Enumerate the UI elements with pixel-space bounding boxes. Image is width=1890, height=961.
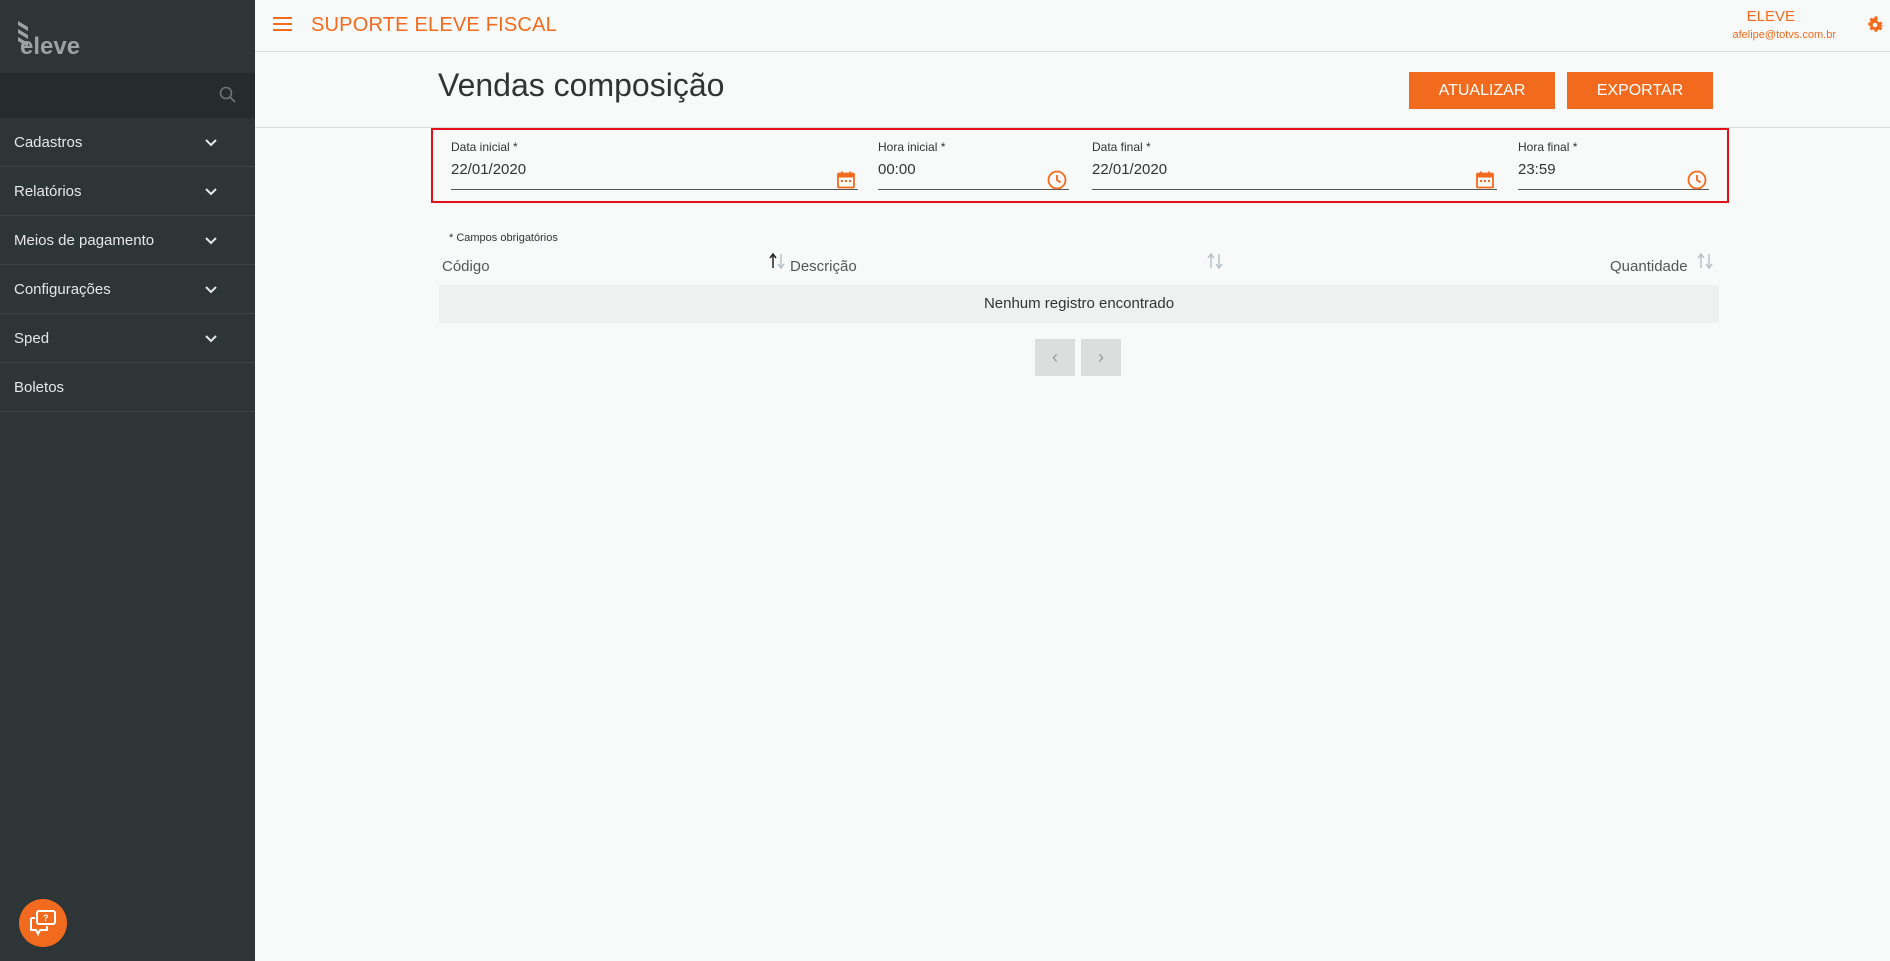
chevron-down-icon bbox=[205, 237, 217, 245]
data-final-input[interactable] bbox=[1092, 161, 1416, 178]
eleve-logo-icon: eleve bbox=[18, 20, 80, 57]
search-icon[interactable] bbox=[219, 86, 237, 104]
results-table: Código Descrição Quantidade Nenhum regis… bbox=[439, 248, 1719, 323]
hora-inicial-input[interactable] bbox=[878, 161, 1031, 178]
chevron-down-icon bbox=[205, 188, 217, 196]
next-page-button[interactable]: › bbox=[1081, 339, 1121, 376]
sidebar-item-label: Boletos bbox=[14, 378, 65, 396]
column-header-quantidade[interactable]: Quantidade bbox=[1610, 258, 1688, 275]
sidebar-item-relatorios[interactable]: Relatórios bbox=[0, 167, 255, 216]
sidebar-item-label: Meios de pagamento bbox=[14, 231, 155, 249]
sidebar-menu: Cadastros Relatórios Meios de pagamento … bbox=[0, 118, 255, 412]
sidebar-item-label: Relatórios bbox=[14, 182, 82, 200]
chevron-down-icon bbox=[205, 139, 217, 147]
eleve-logo[interactable]: eleve bbox=[0, 0, 255, 73]
sidebar-search[interactable] bbox=[0, 73, 255, 118]
svg-text:?: ? bbox=[43, 913, 49, 923]
chevron-down-icon bbox=[205, 286, 217, 294]
pagination: ‹ › bbox=[1035, 339, 1121, 376]
gear-icon[interactable] bbox=[1864, 14, 1886, 36]
column-header-descricao[interactable]: Descrição bbox=[790, 258, 857, 275]
hora-final-input[interactable] bbox=[1518, 161, 1671, 178]
sidebar-item-boletos[interactable]: Boletos bbox=[0, 363, 255, 412]
user-name[interactable]: ELEVE bbox=[1747, 8, 1795, 25]
hora-final-label: Hora final * bbox=[1518, 140, 1578, 154]
app-title: SUPORTE ELEVE FISCAL bbox=[311, 14, 557, 36]
sort-asc-icon[interactable] bbox=[767, 252, 787, 270]
sidebar-item-configuracoes[interactable]: Configurações bbox=[0, 265, 255, 314]
data-inicial-input[interactable] bbox=[451, 161, 777, 178]
hora-final-field[interactable]: Hora final * bbox=[1518, 140, 1709, 190]
menu-toggle-icon[interactable] bbox=[273, 17, 292, 32]
exportar-button[interactable]: EXPORTAR bbox=[1567, 72, 1713, 109]
sidebar: eleve Cadastros Relatórios Meios de paga… bbox=[0, 0, 255, 961]
data-inicial-label: Data inicial * bbox=[451, 140, 518, 154]
page-header: Vendas composição ATUALIZAR EXPORTAR bbox=[255, 52, 1890, 128]
date-filter-panel: Data inicial * Hora inicial * Data final… bbox=[431, 128, 1729, 203]
sidebar-item-meios-de-pagamento[interactable]: Meios de pagamento bbox=[0, 216, 255, 265]
clock-icon[interactable] bbox=[1687, 170, 1707, 190]
user-email: afelipe@totvs.com.br bbox=[1732, 29, 1837, 41]
hora-inicial-field[interactable]: Hora inicial * bbox=[878, 140, 1069, 190]
chat-help-icon: ? bbox=[30, 910, 56, 937]
required-fields-note: * Campos obrigatórios bbox=[449, 232, 558, 244]
calendar-icon[interactable] bbox=[836, 170, 856, 190]
calendar-icon[interactable] bbox=[1475, 170, 1495, 190]
page-title: Vendas composição bbox=[438, 67, 725, 103]
sidebar-item-sped[interactable]: Sped bbox=[0, 314, 255, 363]
clock-icon[interactable] bbox=[1047, 170, 1067, 190]
data-inicial-field[interactable]: Data inicial * bbox=[451, 140, 858, 190]
table-header: Código Descrição Quantidade bbox=[439, 248, 1719, 285]
sidebar-item-label: Configurações bbox=[14, 280, 111, 298]
atualizar-button[interactable]: ATUALIZAR bbox=[1409, 72, 1555, 109]
sort-icon[interactable] bbox=[1205, 252, 1225, 270]
logo-text: eleve bbox=[20, 33, 80, 57]
sidebar-item-label: Cadastros bbox=[14, 133, 83, 151]
sort-icon[interactable] bbox=[1695, 252, 1715, 270]
prev-page-button[interactable]: ‹ bbox=[1035, 339, 1075, 376]
hora-inicial-label: Hora inicial * bbox=[878, 140, 946, 154]
sidebar-item-cadastros[interactable]: Cadastros bbox=[0, 118, 255, 167]
top-header: SUPORTE ELEVE FISCAL ELEVE afelipe@totvs… bbox=[255, 0, 1890, 52]
data-final-field[interactable]: Data final * bbox=[1092, 140, 1497, 190]
help-chat-button[interactable]: ? bbox=[19, 899, 67, 947]
column-header-codigo[interactable]: Código bbox=[442, 258, 490, 275]
chevron-down-icon bbox=[205, 335, 217, 343]
sidebar-item-label: Sped bbox=[14, 329, 50, 347]
data-final-label: Data final * bbox=[1092, 140, 1151, 154]
empty-message-row: Nenhum registro encontrado bbox=[439, 285, 1719, 323]
